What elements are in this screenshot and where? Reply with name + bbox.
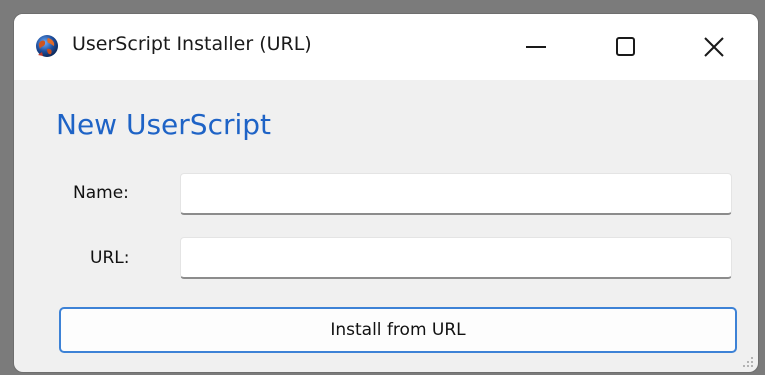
globe-icon [36, 35, 58, 57]
name-input[interactable] [180, 173, 732, 215]
minimize-button[interactable] [492, 14, 580, 80]
minimize-icon [526, 46, 546, 48]
maximize-icon [616, 37, 635, 56]
close-button[interactable] [670, 14, 758, 80]
resize-grip-icon[interactable] [742, 356, 754, 368]
installer-window: UserScript Installer (URL) New UserScrip… [14, 14, 758, 372]
maximize-button[interactable] [580, 14, 668, 80]
install-from-url-button[interactable]: Install from URL [59, 307, 737, 353]
form-heading: New UserScript [56, 108, 272, 141]
close-icon [704, 37, 724, 57]
window-title: UserScript Installer (URL) [72, 33, 312, 55]
url-input[interactable] [180, 237, 732, 279]
name-label: Name: [73, 183, 129, 203]
url-label: URL: [90, 248, 130, 268]
title-bar[interactable]: UserScript Installer (URL) [14, 14, 758, 80]
